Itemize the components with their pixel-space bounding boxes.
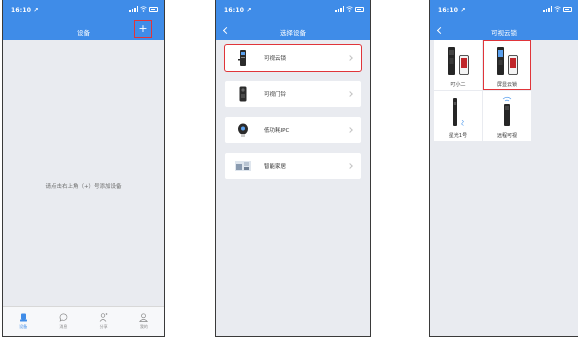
message-icon	[59, 313, 68, 322]
tab-message[interactable]: 消息	[48, 313, 78, 330]
chevron-right-icon	[347, 127, 353, 133]
device-type-smart-home[interactable]: 智能家居	[225, 153, 361, 179]
status-bar: 16:10 ↗	[216, 0, 370, 20]
screen-lock-with-phone-icon	[496, 45, 518, 75]
row-label: 低功耗IPC	[264, 128, 290, 134]
status-icons	[335, 6, 364, 12]
tab-share[interactable]: 分享	[89, 313, 119, 330]
chevron-right-icon	[347, 91, 353, 97]
device-list-screen: 16:10 ↗ 设备 + 请点击右上角（+）号添加设备 设备 消息 分享 我的	[2, 0, 165, 337]
lock-model-grid: 叮小二 屏显云锁 星光1号 远程可视	[434, 40, 578, 142]
status-icons	[129, 6, 158, 12]
tab-mine[interactable]: 我的	[129, 313, 159, 330]
lock-model-card[interactable]: 远程可视	[483, 91, 531, 141]
choose-device-screen: 16:10 ↗ 选择设备 可视云锁 可视门铃 低功耗IPC 智能家居	[215, 0, 371, 337]
lock-model-card[interactable]: 屏显云锁	[483, 40, 531, 90]
lock-model-card[interactable]: 叮小二	[434, 40, 482, 90]
wifi-icon	[140, 6, 147, 12]
device-type-list: 可视云锁 可视门铃 低功耗IPC 智能家居	[224, 44, 362, 189]
wifi-icon	[554, 6, 561, 12]
model-label: 远程可视	[496, 133, 517, 139]
camera-icon	[235, 122, 251, 138]
bottom-tab-bar: 设备 消息 分享 我的	[3, 306, 164, 336]
status-bar: 16:10 ↗	[430, 0, 578, 20]
status-time: 16:10 ↗	[11, 7, 39, 14]
device-type-camera[interactable]: 低功耗IPC	[225, 117, 361, 143]
smart-home-icon	[235, 158, 251, 174]
battery-icon	[563, 6, 572, 12]
app-header: 16:10 ↗ 可视云锁	[430, 0, 578, 40]
add-device-button[interactable]: +	[134, 20, 152, 38]
model-label: 屏显云锁	[496, 82, 517, 88]
model-label: 叮小二	[450, 82, 466, 88]
status-icons	[543, 6, 572, 12]
signal-icon	[129, 6, 138, 12]
slim-lock-icon	[452, 96, 464, 126]
app-header: 16:10 ↗ 选择设备	[216, 0, 370, 40]
battery-icon	[355, 6, 364, 12]
tab-label: 消息	[59, 324, 68, 329]
row-label: 可视云锁	[264, 56, 287, 62]
smart-lock-icon	[235, 50, 251, 66]
remote-view-lock-icon	[500, 96, 514, 126]
smart-lock-models-screen: 16:10 ↗ 可视云锁 叮小二 屏显云锁 星光1号 远程可视	[429, 0, 578, 337]
chevron-right-icon	[347, 163, 353, 169]
tab-label: 设备	[19, 324, 28, 329]
status-time: 16:10 ↗	[438, 7, 466, 14]
device-icon	[19, 313, 27, 322]
tab-device[interactable]: 设备	[8, 313, 38, 330]
model-label: 星光1号	[448, 133, 468, 139]
plus-icon: +	[138, 22, 148, 35]
row-label: 可视门铃	[264, 92, 287, 98]
tab-label: 分享	[99, 324, 108, 329]
status-time: 16:10 ↗	[224, 7, 252, 14]
empty-state-hint: 请点击右上角（+）号添加设备	[45, 184, 122, 190]
page-title: 选择设备	[280, 29, 306, 37]
signal-icon	[335, 6, 344, 12]
lock-model-card[interactable]: 星光1号	[434, 91, 482, 141]
tab-label: 我的	[139, 324, 148, 329]
tutorial-screenshot-strip: 16:10 ↗ 设备 + 请点击右上角（+）号添加设备 设备 消息 分享 我的 …	[0, 0, 578, 337]
wifi-icon	[346, 6, 353, 12]
signal-icon	[543, 6, 552, 12]
app-header: 16:10 ↗ 设备 +	[3, 0, 164, 40]
page-title: 可视云锁	[491, 29, 517, 37]
lock-with-phone-icon	[447, 45, 469, 75]
device-type-doorbell[interactable]: 可视门铃	[225, 81, 361, 107]
status-bar: 16:10 ↗	[3, 0, 164, 20]
share-icon	[99, 313, 108, 322]
battery-icon	[149, 6, 158, 12]
doorbell-icon	[235, 86, 251, 102]
user-icon	[139, 313, 149, 322]
chevron-right-icon	[347, 55, 353, 61]
row-label: 智能家居	[264, 164, 287, 170]
device-type-smart-lock[interactable]: 可视云锁	[224, 44, 362, 72]
